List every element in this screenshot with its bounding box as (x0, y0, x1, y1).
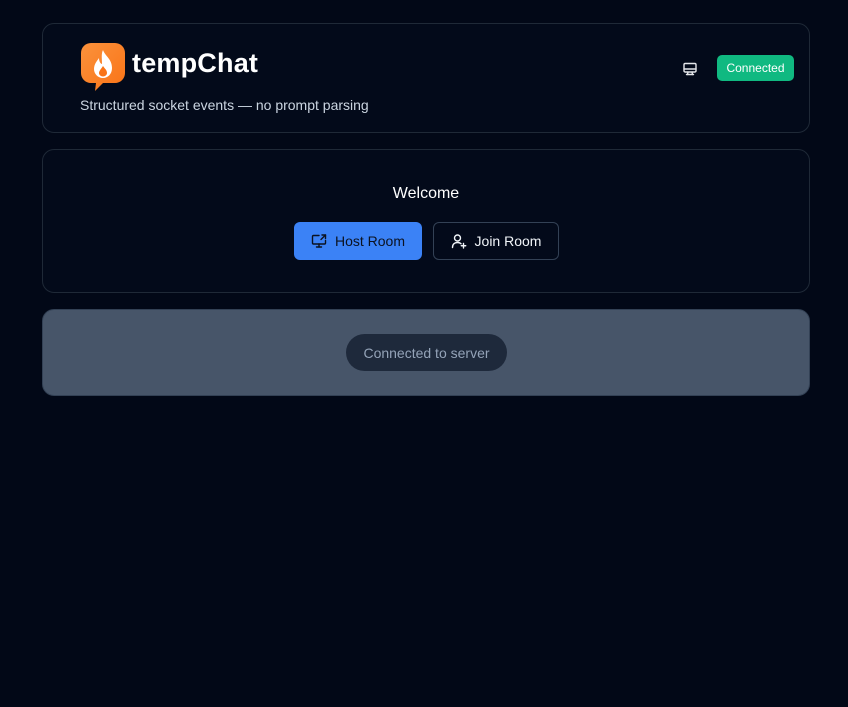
monitor-icon[interactable] (679, 58, 701, 80)
connection-status-badge: Connected (717, 55, 794, 81)
user-plus-icon (451, 233, 467, 249)
app-title: tempChat (132, 48, 259, 78)
flame-chat-logo-icon (81, 43, 125, 91)
host-room-button[interactable]: Host Room (294, 222, 422, 260)
status-message: Connected to server (346, 334, 507, 371)
status-card: Connected to server (42, 309, 810, 396)
host-room-label: Host Room (334, 233, 406, 249)
join-room-label: Join Room (474, 233, 542, 249)
app-subtitle: Structured socket events — no prompt par… (80, 97, 369, 113)
header-card: tempChat Structured socket events — no p… (42, 23, 810, 133)
join-room-button[interactable]: Join Room (433, 222, 559, 260)
welcome-card: Welcome Host Room Join Room (42, 149, 810, 293)
screen-share-icon (311, 233, 327, 249)
welcome-title: Welcome (392, 185, 460, 202)
